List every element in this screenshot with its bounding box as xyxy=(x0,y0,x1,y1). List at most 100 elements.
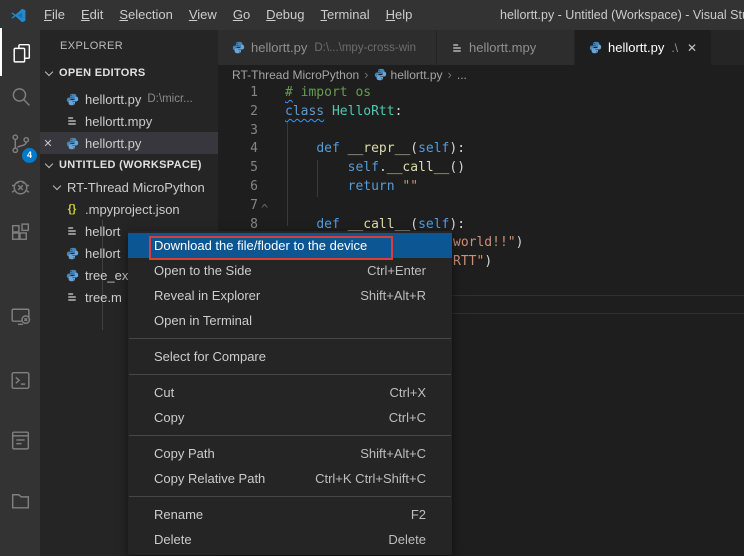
file-name: hellortt.py xyxy=(85,136,141,151)
breadcrumb-item[interactable]: ... xyxy=(457,68,467,82)
menubar-item-file[interactable]: File xyxy=(36,0,73,30)
tab-strip: hellortt.pyD:\...\mpy-cross-winhellortt.… xyxy=(218,30,744,65)
activity-bar: 4 xyxy=(0,30,40,556)
python-file-icon xyxy=(64,269,80,282)
breadcrumb-item[interactable]: RT-Thread MicroPython xyxy=(232,68,359,82)
json-file-icon: {} xyxy=(64,203,80,215)
context-menu-item-copy-relative-path[interactable]: Copy Relative PathCtrl+K Ctrl+Shift+C xyxy=(128,466,452,491)
context-menu-item-open-in-terminal[interactable]: Open in Terminal xyxy=(128,308,452,333)
menubar-item-selection[interactable]: Selection xyxy=(111,0,180,30)
python-file-icon xyxy=(64,137,80,150)
line-number[interactable]: 2 xyxy=(218,103,258,122)
activity-search-icon[interactable] xyxy=(0,72,40,120)
line-number[interactable]: 1 xyxy=(218,84,258,103)
python-file-icon xyxy=(64,247,80,260)
tab-detail: D:\...\mpy-cross-win xyxy=(314,42,416,54)
tab-hellortt.py[interactable]: hellortt.py D:\...\mpy-cross-win xyxy=(218,30,437,65)
mpy-file-icon xyxy=(64,291,80,303)
tree-file-row[interactable]: {} .mpyproject.json xyxy=(40,198,218,220)
tree-folder-rt-thread[interactable]: RT-Thread MicroPython xyxy=(40,176,218,198)
breadcrumb-separator-icon: › xyxy=(364,67,368,82)
context-menu-item-copy-path[interactable]: Copy PathShift+Alt+C xyxy=(128,441,452,466)
menu-separator xyxy=(129,338,451,339)
tab-label: hellortt.py xyxy=(608,40,664,55)
file-name: .mpyproject.json xyxy=(85,202,180,217)
file-name: hellortt.py xyxy=(85,92,141,107)
menu-item-label: Rename xyxy=(154,507,411,522)
menu-item-shortcut: Ctrl+X xyxy=(390,385,426,400)
code-line: 2class HelloRtt: xyxy=(218,103,744,122)
code-line: 1# import os xyxy=(218,84,744,103)
open-editor-row[interactable]: ✕ hellortt.py xyxy=(40,132,218,154)
context-menu-item-delete[interactable]: DeleteDelete xyxy=(128,527,452,552)
menubar-item-help[interactable]: Help xyxy=(378,0,421,30)
menu-separator xyxy=(129,374,451,375)
activity-extensions-icon[interactable] xyxy=(0,209,40,257)
scm-count-badge: 4 xyxy=(22,148,37,163)
context-menu-item-reveal-in-explorer[interactable]: Reveal in ExplorerShift+Alt+R xyxy=(128,283,452,308)
menu-separator xyxy=(129,496,451,497)
title-bar: FileEditSelectionViewGoDebugTerminalHelp… xyxy=(0,0,744,30)
workspace-header[interactable]: UNTITLED (WORKSPACE) xyxy=(40,154,218,176)
line-number[interactable]: 3 xyxy=(218,122,258,141)
tab-hellortt.py[interactable]: hellortt.py .\ ✕ xyxy=(575,30,712,65)
menubar-item-go[interactable]: Go xyxy=(225,0,258,30)
chevron-down-icon xyxy=(53,182,61,190)
line-number[interactable]: 6 xyxy=(218,178,258,197)
sidebar-title: EXPLORER xyxy=(60,35,123,57)
python-file-icon xyxy=(589,41,602,54)
file-name: tree_ex xyxy=(85,268,128,283)
context-menu-item-copy[interactable]: CopyCtrl+C xyxy=(128,405,452,430)
activity-debug-icon[interactable] xyxy=(0,162,40,210)
mpy-file-icon xyxy=(451,42,463,54)
file-name: tree.m xyxy=(85,290,122,305)
python-file-icon xyxy=(232,41,245,54)
menu-item-shortcut: F2 xyxy=(411,507,426,522)
breadcrumb-separator-icon: › xyxy=(448,67,452,82)
line-number[interactable]: 5 xyxy=(218,159,258,178)
activity-notebook-icon[interactable] xyxy=(0,416,40,464)
context-menu-item-cut[interactable]: CutCtrl+X xyxy=(128,380,452,405)
breadcrumb[interactable]: RT-Thread MicroPython › hellortt.py ›... xyxy=(232,65,467,84)
tab-label: hellortt.py xyxy=(251,40,307,55)
menu-item-label: Cut xyxy=(154,385,390,400)
activity-source-control-icon[interactable]: 4 xyxy=(0,119,40,167)
file-name: hellortt.mpy xyxy=(85,114,152,129)
menu-item-label: Reveal in Explorer xyxy=(154,288,360,303)
line-number[interactable]: 7 xyxy=(218,197,258,216)
open-editor-row[interactable]: hellortt.mpy xyxy=(40,110,218,132)
line-number[interactable]: 4 xyxy=(218,140,258,159)
menubar-item-debug[interactable]: Debug xyxy=(258,0,312,30)
context-menu-item-select-for-compare[interactable]: Select for Compare xyxy=(128,344,452,369)
mpy-file-icon xyxy=(64,225,80,237)
code-line: 6 return "" xyxy=(218,178,744,197)
menu-item-shortcut: Ctrl+C xyxy=(389,410,426,425)
window-title: hellortt.py - Untitled (Workspace) - Vis… xyxy=(500,0,744,30)
file-path: D:\micr... xyxy=(147,93,192,105)
context-menu-item-rename[interactable]: RenameF2 xyxy=(128,502,452,527)
menu-item-shortcut: Delete xyxy=(388,532,426,547)
context-menu-item-open-to-the-side[interactable]: Open to the SideCtrl+Enter xyxy=(128,258,452,283)
tab-detail: .\ xyxy=(671,41,678,55)
close-icon[interactable]: ✕ xyxy=(40,137,56,150)
tab-label: hellortt.mpy xyxy=(469,40,536,55)
menu-item-label: Select for Compare xyxy=(154,349,426,364)
activity-explorer-icon[interactable] xyxy=(0,28,40,76)
activity-terminal-icon[interactable] xyxy=(0,356,40,404)
menu-item-label: Open to the Side xyxy=(154,263,367,278)
tab-hellortt.mpy[interactable]: hellortt.mpy xyxy=(437,30,575,65)
code-line: 3 xyxy=(218,122,744,141)
activity-device-monitor-icon[interactable] xyxy=(0,292,40,340)
context-menu-item-download-the-file-floder-to-the-device[interactable]: Download the file/floder to the device xyxy=(128,233,452,258)
close-icon[interactable]: ✕ xyxy=(687,41,697,55)
open-editor-row[interactable]: hellortt.py D:\micr... xyxy=(40,88,218,110)
menubar-item-terminal[interactable]: Terminal xyxy=(312,0,377,30)
python-file-icon xyxy=(374,68,387,81)
menu-item-shortcut: Ctrl+Enter xyxy=(367,263,426,278)
menubar-item-view[interactable]: View xyxy=(181,0,225,30)
menu-item-shortcut: Ctrl+K Ctrl+Shift+C xyxy=(315,471,426,486)
activity-folder-icon[interactable] xyxy=(0,476,40,524)
open-editors-header[interactable]: OPEN EDITORS xyxy=(40,62,218,84)
breadcrumb-item[interactable]: hellortt.py xyxy=(391,68,443,82)
menubar-item-edit[interactable]: Edit xyxy=(73,0,111,30)
